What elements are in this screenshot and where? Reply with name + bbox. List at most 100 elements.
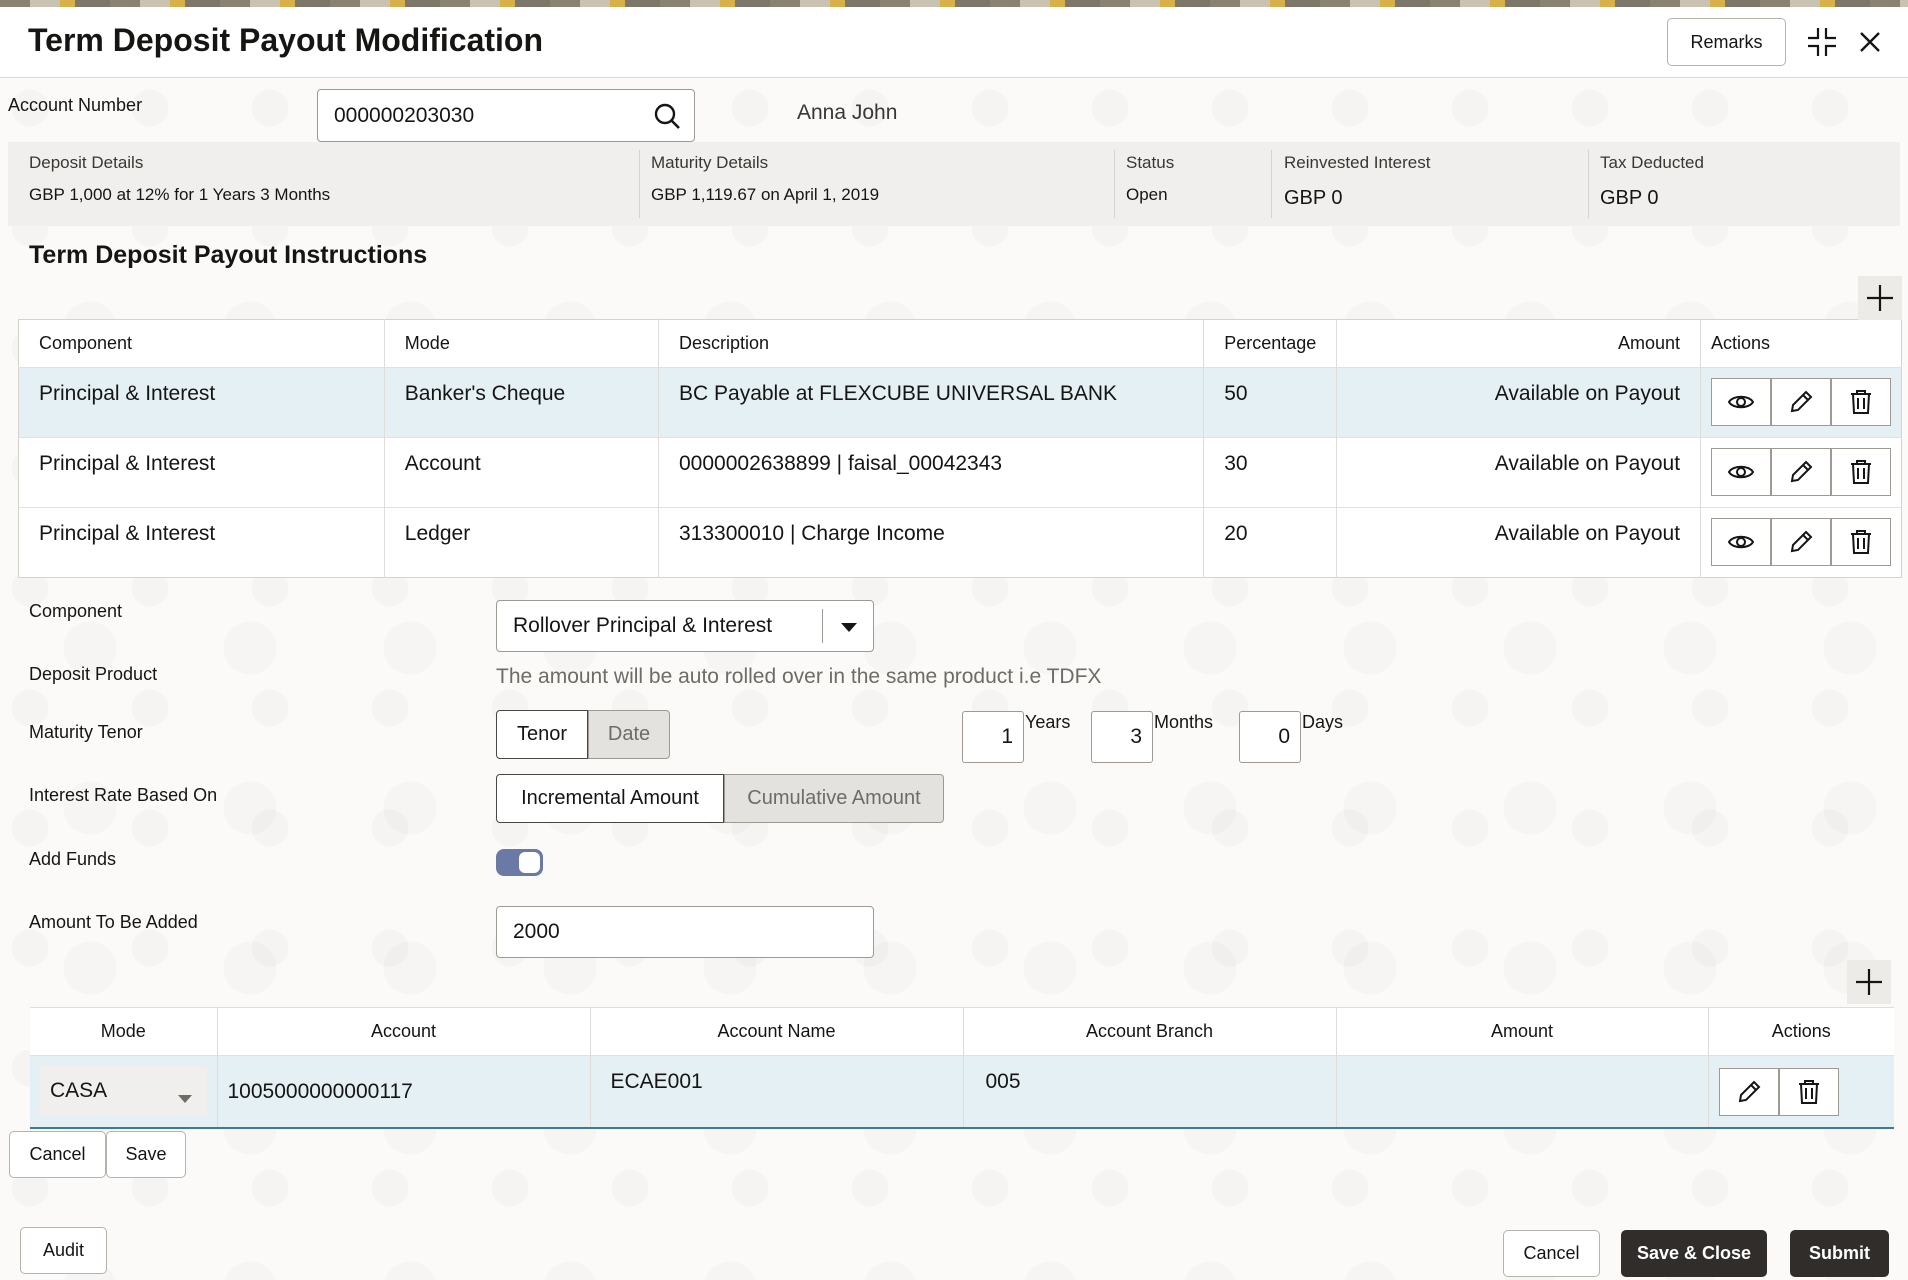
status-value: Open <box>1126 185 1168 204</box>
status-label: Status <box>1126 153 1175 172</box>
edit-icon[interactable] <box>1771 378 1832 426</box>
tenor-option[interactable]: Tenor <box>496 710 588 759</box>
audit-button[interactable]: Audit <box>20 1227 107 1274</box>
table-row[interactable]: Principal & Interest Banker's Cheque BC … <box>18 367 1902 438</box>
cancel-button[interactable]: Cancel <box>1503 1230 1600 1277</box>
edit-icon[interactable] <box>1718 1068 1779 1116</box>
cell-actions <box>1700 507 1902 578</box>
component-label: Component <box>29 601 123 621</box>
deposit-product-text: The amount will be auto rolled over in t… <box>496 665 1102 688</box>
table-row[interactable]: CASA 1005000000000117 ECAE001 005 <box>30 1055 1894 1128</box>
chevron-down-icon[interactable] <box>837 615 861 639</box>
view-icon[interactable] <box>1711 448 1772 496</box>
view-icon[interactable] <box>1711 378 1772 426</box>
cell-component: Principal & Interest <box>18 367 385 438</box>
divider <box>1588 150 1589 218</box>
add-fund-row-icon[interactable] <box>1847 960 1891 1004</box>
submit-button[interactable]: Submit <box>1790 1230 1889 1277</box>
table-header-row: Mode Account Account Name Account Branch… <box>30 1007 1894 1056</box>
cell-percentage: 20 <box>1203 507 1338 578</box>
column-header-account-name: Account Name <box>590 1007 964 1056</box>
cell-mode: Account <box>384 437 660 508</box>
cell-mode: CASA <box>30 1055 218 1128</box>
cell-component: Principal & Interest <box>18 507 385 578</box>
cell-percentage: 30 <box>1203 437 1338 508</box>
years-input[interactable]: 1 <box>962 711 1024 763</box>
maturity-details-value: GBP 1,119.67 on April 1, 2019 <box>651 185 880 204</box>
delete-icon[interactable] <box>1831 378 1892 426</box>
delete-icon[interactable] <box>1831 448 1892 496</box>
maturity-tenor-label: Maturity Tenor <box>29 722 143 742</box>
reinvested-interest-label: Reinvested Interest <box>1284 153 1431 172</box>
amount-to-add-input[interactable]: 2000 <box>496 906 874 958</box>
cell-description: BC Payable at FLEXCUBE UNIVERSAL BANK <box>658 367 1205 438</box>
cell-amount: Available on Payout <box>1336 367 1702 438</box>
incremental-amount-option[interactable]: Incremental Amount <box>496 774 724 823</box>
cell-amount <box>1336 1055 1709 1128</box>
search-icon[interactable] <box>652 101 682 131</box>
payout-instructions-table: Component Mode Description Percentage Am… <box>18 319 1902 578</box>
delete-icon[interactable] <box>1778 1068 1839 1116</box>
switch-knob <box>519 852 540 873</box>
edit-icon[interactable] <box>1771 448 1832 496</box>
column-header-mode: Mode <box>384 319 660 368</box>
account-number-input[interactable]: 000000203030 <box>317 89 695 142</box>
divider <box>1271 150 1272 218</box>
table-row[interactable]: Principal & Interest Ledger 313300010 | … <box>18 507 1902 578</box>
add-funds-switch[interactable] <box>496 849 543 876</box>
mode-select[interactable]: CASA <box>40 1066 207 1116</box>
funds-cancel-button[interactable]: Cancel <box>9 1131 106 1178</box>
page-title: Term Deposit Payout Modification <box>28 22 543 58</box>
add-funds-label: Add Funds <box>29 849 117 869</box>
cell-mode: Banker's Cheque <box>384 367 660 438</box>
delete-icon[interactable] <box>1831 518 1892 566</box>
customer-name: Anna John <box>797 101 898 124</box>
top-banner-strip <box>0 0 1908 7</box>
column-header-actions: Actions <box>1711 333 1771 353</box>
component-select-value: Rollover Principal & Interest <box>513 614 773 637</box>
cell-account-branch: 005 <box>963 1055 1337 1128</box>
minimize-icon[interactable] <box>1804 24 1840 60</box>
cell-amount: Available on Payout <box>1336 507 1702 578</box>
date-option[interactable]: Date <box>588 710 670 759</box>
cell-account-name: ECAE001 <box>590 1055 964 1128</box>
view-icon[interactable] <box>1711 518 1772 566</box>
column-header-description: Description <box>658 319 1205 368</box>
cell-description: 313300010 | Charge Income <box>658 507 1205 578</box>
instructions-title: Term Deposit Payout Instructions <box>29 241 428 269</box>
interest-rate-label: Interest Rate Based On <box>29 785 218 805</box>
deposit-details-value: GBP 1,000 at 12% for 1 Years 3 Months <box>29 185 331 204</box>
days-input[interactable]: 0 <box>1239 711 1301 763</box>
years-unit: Years <box>1025 712 1071 732</box>
cell-actions <box>1700 367 1902 438</box>
chevron-down-icon[interactable] <box>177 1086 193 1110</box>
funds-table: Mode Account Account Name Account Branch… <box>30 1007 1894 1129</box>
cell-mode: Ledger <box>384 507 660 578</box>
mode-select-value: CASA <box>50 1079 108 1102</box>
deposit-product-label: Deposit Product <box>29 664 158 684</box>
divider <box>822 609 823 643</box>
edit-icon[interactable] <box>1771 518 1832 566</box>
cell-amount: Available on Payout <box>1336 437 1702 508</box>
column-header-amount: Amount <box>1336 1007 1709 1056</box>
column-header-component: Component <box>18 319 385 368</box>
save-and-close-button[interactable]: Save & Close <box>1621 1230 1767 1277</box>
amount-to-add-label: Amount To Be Added <box>29 912 198 932</box>
divider <box>639 150 640 218</box>
cell-component: Principal & Interest <box>18 437 385 508</box>
remarks-button[interactable]: Remarks <box>1667 18 1786 66</box>
component-select[interactable]: Rollover Principal & Interest <box>496 600 874 652</box>
funds-save-button[interactable]: Save <box>106 1131 186 1178</box>
months-input[interactable]: 3 <box>1091 711 1153 763</box>
add-instruction-icon[interactable] <box>1858 276 1902 320</box>
cell-account: 1005000000000117 <box>217 1055 591 1128</box>
maturity-tenor-toggle: Tenor Date <box>496 710 670 759</box>
close-icon[interactable] <box>1852 24 1888 60</box>
cumulative-amount-option[interactable]: Cumulative Amount <box>724 774 944 823</box>
account-number-label: Account Number <box>8 95 143 115</box>
table-row[interactable]: Principal & Interest Account 00000026388… <box>18 437 1902 508</box>
cell-actions <box>1708 1055 1894 1128</box>
tax-deducted-label: Tax Deducted <box>1600 153 1704 172</box>
reinvested-interest-value: GBP 0 <box>1284 187 1343 209</box>
months-unit: Months <box>1154 712 1214 732</box>
